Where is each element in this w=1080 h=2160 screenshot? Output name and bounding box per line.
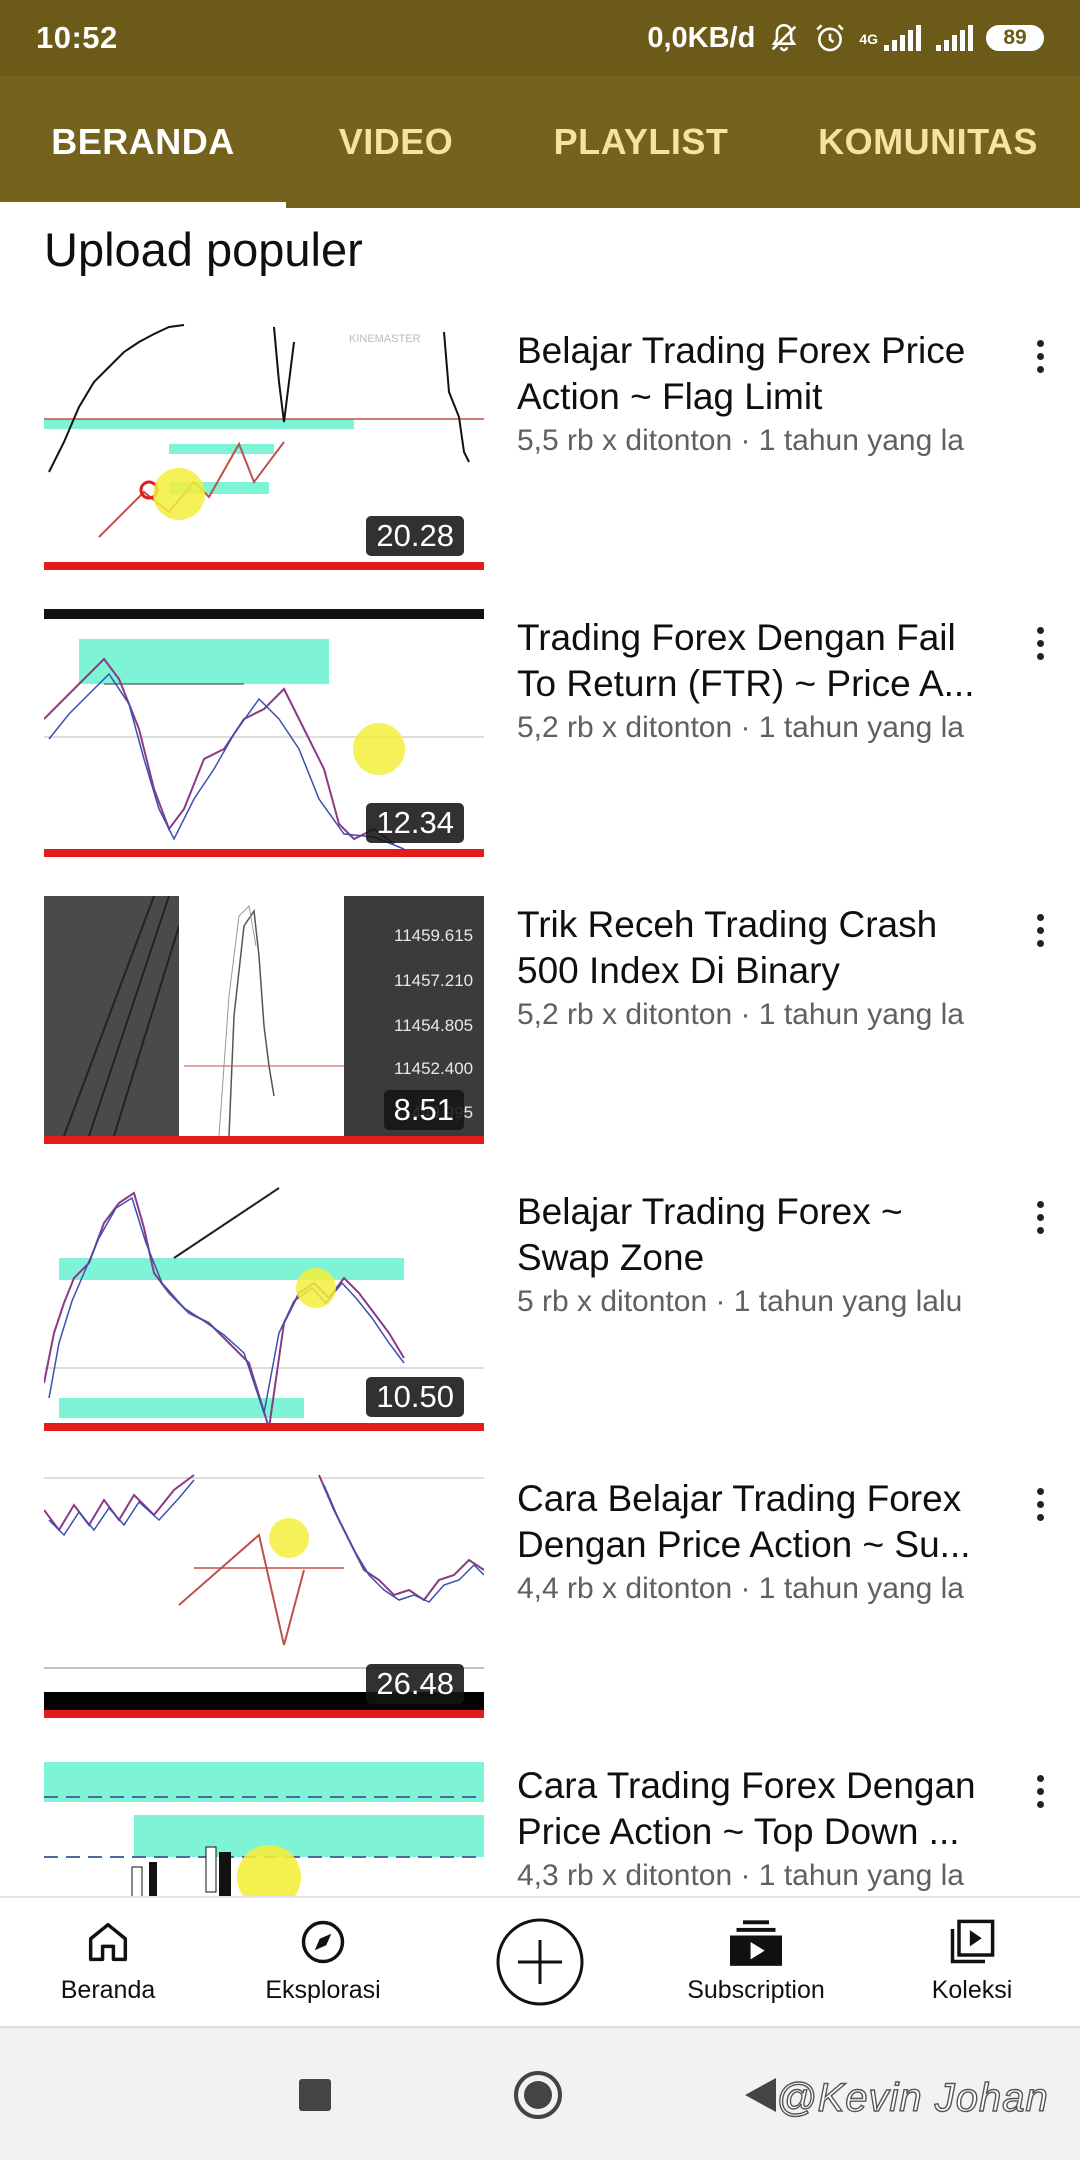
back-button-icon[interactable]	[742, 2076, 778, 2114]
nav-label: Beranda	[60, 1976, 156, 2004]
status-time: 10:52	[36, 20, 118, 55]
video-thumbnail[interactable]: 10.50	[44, 1183, 484, 1431]
watched-progress-bar	[44, 1423, 484, 1431]
subscriptions-icon	[730, 1920, 782, 1966]
more-options-button[interactable]	[1020, 1187, 1060, 1247]
video-meta: 5,5 rb x ditonton · 1 tahun yang la	[517, 424, 964, 457]
video-thumbnail[interactable]: 26.48	[44, 1470, 484, 1718]
nav-label: Subscription	[687, 1976, 825, 2004]
video-title[interactable]: Belajar Trading Forex ~ Swap Zone	[517, 1189, 1001, 1281]
watermark-text: @Kevin Johan	[775, 2075, 1049, 2120]
nav-label: Eksplorasi	[265, 1976, 381, 2004]
watched-progress-bar	[44, 1136, 484, 1144]
video-thumbnail[interactable]: KINEMASTER 20.28	[44, 322, 484, 570]
video-title[interactable]: Belajar Trading Forex Price Action ~ Fla…	[517, 328, 1001, 420]
nav-subscription[interactable]: Subscription	[656, 1898, 856, 2028]
nav-create-button[interactable]	[440, 1898, 640, 2028]
video-duration: 8.51	[383, 1090, 464, 1130]
data-speed: 0,0KB/d	[647, 21, 756, 54]
video-title[interactable]: Trading Forex Dengan Fail To Return (FTR…	[517, 615, 1001, 707]
tab-komunitas[interactable]: KOMUNITAS	[776, 76, 1080, 208]
video-item[interactable]: 26.48 Cara Belajar Trading Forex Dengan …	[0, 1470, 1080, 1757]
svg-text:11454.805: 11454.805	[394, 1016, 473, 1035]
video-meta: 5 rb x ditonton · 1 tahun yang lalu	[517, 1285, 963, 1318]
video-item[interactable]: 10.50 Belajar Trading Forex ~ Swap Zone …	[0, 1183, 1080, 1470]
svg-text:11459.615: 11459.615	[394, 926, 473, 945]
video-thumbnail[interactable]: 11459.615 11457.210 11454.805 11452.400 …	[44, 896, 484, 1144]
video-meta: 5,2 rb x ditonton · 1 tahun yang la	[517, 998, 964, 1031]
watched-progress-bar	[44, 1710, 484, 1718]
video-thumbnail[interactable]	[44, 1757, 484, 1896]
recents-button-icon[interactable]	[298, 2078, 332, 2112]
video-title[interactable]: Trik Receh Trading Crash 500 Index Di Bi…	[517, 902, 1001, 994]
battery-indicator: 89	[986, 25, 1044, 51]
home-button-icon[interactable]	[513, 2070, 563, 2120]
channel-tab-bar: BERANDA VIDEO PLAYLIST KOMUNITAS	[0, 76, 1080, 208]
nav-koleksi[interactable]: Koleksi	[872, 1898, 1072, 2028]
video-title[interactable]: Cara Belajar Trading Forex Dengan Price …	[517, 1476, 1001, 1568]
video-item[interactable]: KINEMASTER 20.28 Belajar Trading Forex P…	[0, 322, 1080, 609]
video-meta: 4,4 rb x ditonton · 1 tahun yang la	[517, 1572, 964, 1605]
more-options-button[interactable]	[1020, 326, 1060, 386]
more-options-button[interactable]	[1020, 1474, 1060, 1534]
home-icon	[88, 1922, 128, 1962]
section-title: Upload populer	[44, 223, 363, 276]
signal-icon	[884, 25, 921, 51]
status-icons: 0,0KB/d 4G 89	[647, 21, 1044, 55]
svg-text:KINEMASTER: KINEMASTER	[349, 333, 421, 345]
tab-playlist[interactable]: PLAYLIST	[506, 76, 776, 208]
bottom-navigation: Beranda Eksplorasi Subscription Koleksi	[0, 1896, 1080, 2026]
create-plus-icon	[496, 1918, 584, 2006]
video-duration: 12.34	[366, 803, 464, 843]
compass-icon	[301, 1920, 345, 1964]
tab-video[interactable]: VIDEO	[286, 76, 506, 208]
more-options-button[interactable]	[1020, 1761, 1060, 1821]
video-meta: 4,3 rb x ditonton · 1 tahun yang la	[517, 1859, 964, 1892]
signal-icon-2	[936, 25, 973, 51]
network-type: 4G	[859, 31, 878, 47]
svg-text:11457.210: 11457.210	[394, 971, 473, 990]
video-item[interactable]: 12.34 Trading Forex Dengan Fail To Retur…	[0, 609, 1080, 896]
status-bar: 10:52 0,0KB/d 4G 89	[0, 0, 1080, 76]
more-options-button[interactable]	[1020, 613, 1060, 673]
alarm-icon	[816, 24, 844, 52]
video-list: KINEMASTER 20.28 Belajar Trading Forex P…	[0, 322, 1080, 1896]
nav-beranda[interactable]: Beranda	[8, 1898, 208, 2028]
tab-beranda[interactable]: BERANDA	[0, 76, 286, 208]
chart-thumbnail-image	[44, 1757, 484, 1896]
more-options-button[interactable]	[1020, 900, 1060, 960]
video-thumbnail[interactable]: 12.34	[44, 609, 484, 857]
video-duration: 26.48	[366, 1664, 464, 1704]
bell-muted-icon	[772, 23, 797, 52]
nav-eksplorasi[interactable]: Eksplorasi	[223, 1898, 423, 2028]
video-duration: 10.50	[366, 1377, 464, 1417]
video-title[interactable]: Cara Trading Forex Dengan Price Action ~…	[517, 1763, 1001, 1855]
library-icon	[950, 1919, 995, 1964]
watched-progress-bar	[44, 562, 484, 570]
watched-progress-bar	[44, 849, 484, 857]
nav-label: Koleksi	[931, 1976, 1013, 2004]
svg-text:11452.400: 11452.400	[394, 1059, 473, 1078]
video-item[interactable]: 11459.615 11457.210 11454.805 11452.400 …	[0, 896, 1080, 1183]
video-duration: 20.28	[366, 516, 464, 556]
video-meta: 5,2 rb x ditonton · 1 tahun yang la	[517, 711, 964, 744]
video-item[interactable]: Cara Trading Forex Dengan Price Action ~…	[0, 1757, 1080, 1896]
